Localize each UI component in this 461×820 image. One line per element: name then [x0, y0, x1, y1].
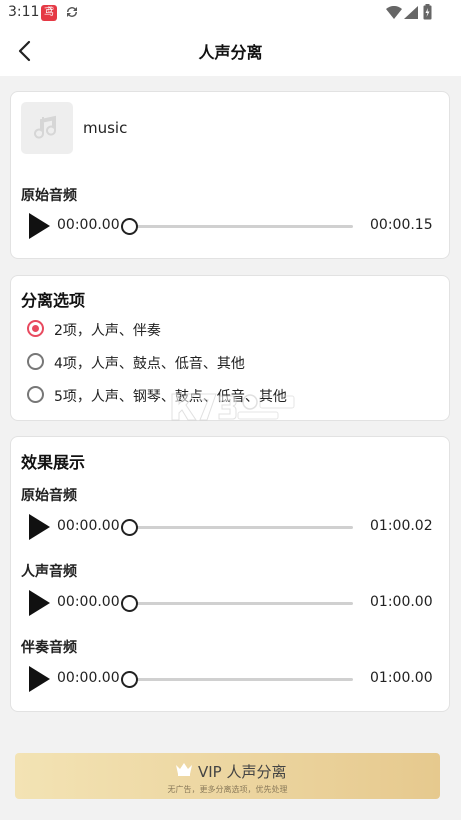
crown-icon: [176, 763, 192, 776]
signal-icon: [404, 6, 418, 19]
file-card: music 原始音频 00:00.00 00:00.15: [10, 91, 450, 259]
header: 人声分离: [0, 26, 461, 76]
total-time: 00:00.15: [370, 217, 433, 233]
radio-selected[interactable]: [27, 320, 44, 337]
effects-demo-card: 效果展示 原始音频 00:00.00 01:00.02 人声音频 00:00.0…: [10, 436, 450, 712]
vip-separation-button[interactable]: VIP 人声分离 无广告，更多分离选项，优先处理: [15, 753, 440, 799]
progress-track[interactable]: [131, 602, 353, 605]
original-audio-player: 00:00.00 00:00.15: [21, 210, 441, 242]
effects-demo-title: 效果展示: [21, 453, 86, 472]
option-label: 2项，人声、伴奏: [54, 323, 161, 339]
sync-icon: [67, 7, 77, 17]
progress-thumb[interactable]: [121, 218, 138, 235]
play-icon[interactable]: [27, 513, 51, 541]
current-time: 00:00.00: [57, 594, 120, 610]
play-icon[interactable]: [27, 665, 51, 693]
option-label: 4项，人声、鼓点、低音、其他: [54, 356, 245, 372]
current-time: 00:00.00: [57, 518, 120, 534]
radio-unselected[interactable]: [27, 353, 44, 370]
total-time: 01:00.00: [370, 594, 433, 610]
original-track-player: 00:00.00 01:00.02: [21, 511, 441, 543]
option-5-stems[interactable]: 5项，人声、钢琴、鼓点、低音、其他: [27, 384, 427, 408]
current-time: 00:00.00: [57, 217, 120, 233]
option-4-stems[interactable]: 4项，人声、鼓点、低音、其他: [27, 351, 427, 375]
music-thumbnail: [21, 102, 73, 154]
play-icon[interactable]: [27, 589, 51, 617]
music-note-icon: [34, 115, 57, 139]
vip-button-label: VIP 人声分离: [198, 763, 287, 781]
vocal-track-player: 00:00.00 01:00.00: [21, 587, 441, 619]
total-time: 01:00.02: [370, 518, 433, 534]
status-time: 3:11: [8, 4, 40, 20]
current-time: 00:00.00: [57, 670, 120, 686]
file-name: music: [83, 119, 128, 137]
progress-track[interactable]: [131, 526, 353, 529]
accompaniment-track-player: 00:00.00 01:00.00: [21, 663, 441, 695]
option-2-stems[interactable]: 2项，人声、伴奏: [27, 318, 427, 342]
radio-unselected[interactable]: [27, 386, 44, 403]
battery-icon: [423, 4, 432, 20]
track-label: 原始音频: [21, 488, 77, 504]
status-bar: 3:11 鸢: [0, 0, 461, 26]
play-icon[interactable]: [27, 212, 51, 240]
progress-thumb[interactable]: [121, 519, 138, 536]
separation-options-card: 分离选项 2项，人声、伴奏 4项，人声、鼓点、低音、其他 5项，人声、钢琴、鼓点…: [10, 275, 450, 421]
page-title: 人声分离: [198, 43, 263, 62]
wifi-icon: [386, 6, 402, 19]
progress-thumb[interactable]: [121, 595, 138, 612]
app-notification-icon: 鸢: [41, 5, 57, 21]
progress-track[interactable]: [131, 225, 353, 228]
vip-button-subtitle: 无广告，更多分离选项，优先处理: [167, 785, 288, 794]
original-audio-label: 原始音频: [21, 188, 77, 204]
total-time: 01:00.00: [370, 670, 433, 686]
track-label: 伴奏音频: [21, 640, 77, 656]
separation-options-title: 分离选项: [21, 291, 86, 310]
track-label: 人声音频: [21, 564, 77, 580]
progress-track[interactable]: [131, 678, 353, 681]
option-label: 5项，人声、钢琴、鼓点、低音、其他: [54, 389, 287, 405]
progress-thumb[interactable]: [121, 671, 138, 688]
